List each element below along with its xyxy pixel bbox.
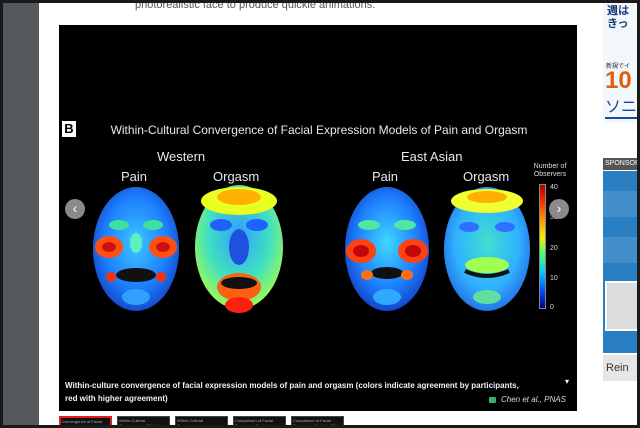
legend-title-line1: Number of bbox=[533, 163, 567, 170]
article-page: photorealistic face to produce quickie a… bbox=[39, 0, 595, 425]
legend-tick: 10 bbox=[550, 275, 558, 282]
ad-stripe bbox=[603, 237, 637, 263]
group-label-western: Western bbox=[157, 149, 206, 164]
chevron-right-icon: › bbox=[556, 200, 562, 216]
caption-toggle-icon[interactable]: ▾ bbox=[565, 377, 569, 386]
face-label-east-asian-pain: Pain bbox=[372, 169, 399, 184]
left-gutter bbox=[3, 3, 39, 425]
next-image-button[interactable]: › bbox=[549, 199, 569, 219]
face-western-orgasm bbox=[195, 185, 283, 313]
sidebar-rein-link[interactable]: Rein bbox=[603, 355, 637, 381]
image-gallery[interactable]: B Within-Cultural Convergence of Facial … bbox=[59, 25, 577, 411]
ad-brand: ソニ bbox=[605, 99, 637, 119]
legend-tick: 0 bbox=[550, 304, 554, 311]
image-caption: Within-culture convergence of facial exp… bbox=[65, 381, 519, 403]
thumbnail[interactable]: Comparison of Facial Expression Models bbox=[233, 416, 286, 425]
image-credit: Chen et al., PNAS bbox=[489, 395, 566, 404]
thumbnail[interactable]: Convergence of Facial Expression Models bbox=[59, 416, 112, 425]
figure-title: Within-Cultural Convergence of Facial Ex… bbox=[110, 123, 528, 137]
ad-headline: 週は きっ bbox=[607, 5, 629, 31]
sponsor-label: SPONSOR bbox=[603, 158, 637, 170]
chevron-left-icon: ‹ bbox=[72, 200, 78, 216]
legend-tick: 20 bbox=[550, 245, 558, 252]
thumbnail[interactable]: Within-Cultural Convergence of Facial Ex… bbox=[117, 416, 170, 425]
ad-stripe bbox=[603, 191, 637, 217]
legend-title: Number of Observers bbox=[525, 163, 575, 179]
camera-icon bbox=[489, 396, 496, 403]
prev-image-button[interactable]: ‹ bbox=[65, 199, 85, 219]
ad-line1: 週は bbox=[607, 5, 629, 17]
right-sidebar: 週は きっ 新規でイ 10 ソニ SPONSOR Rein bbox=[595, 3, 637, 425]
color-legend: Number of Observers 40 30 20 10 0 bbox=[525, 163, 575, 323]
thumbnail[interactable]: Within-Cultural Convergence bbox=[175, 416, 228, 425]
panel-label: B bbox=[62, 121, 76, 137]
ad-line2: きっ bbox=[607, 18, 629, 30]
thumbnail[interactable]: Comparison of Facial Expression Models o… bbox=[291, 416, 344, 425]
browser-frame: photorealistic face to produce quickie a… bbox=[0, 0, 640, 428]
credit-text: Chen et al., PNAS bbox=[501, 395, 566, 404]
face-east-asian-orgasm bbox=[444, 187, 530, 311]
ad-big-number: 10 bbox=[605, 67, 632, 94]
legend-title-line2: Observers bbox=[533, 171, 567, 178]
face-label-western-orgasm: Orgasm bbox=[213, 169, 260, 184]
face-label-east-asian-orgasm: Orgasm bbox=[463, 169, 510, 184]
laptop-image bbox=[605, 281, 637, 331]
thumbnail-strip: Convergence of Facial Expression Models … bbox=[59, 416, 579, 425]
face-label-western-pain: Pain bbox=[121, 169, 148, 184]
legend-color-bar bbox=[539, 184, 546, 309]
article-intro-text: photorealistic face to produce quickie a… bbox=[135, 0, 376, 11]
face-east-asian-pain bbox=[345, 187, 429, 311]
group-label-east-asian: East Asian bbox=[401, 149, 463, 164]
legend-tick: 40 bbox=[550, 184, 558, 191]
sidebar-ad-japanese[interactable]: 週は きっ 新規でイ 10 ソニ bbox=[603, 3, 637, 123]
sidebar-ad-blue[interactable] bbox=[603, 171, 637, 353]
face-western-pain bbox=[93, 187, 179, 311]
